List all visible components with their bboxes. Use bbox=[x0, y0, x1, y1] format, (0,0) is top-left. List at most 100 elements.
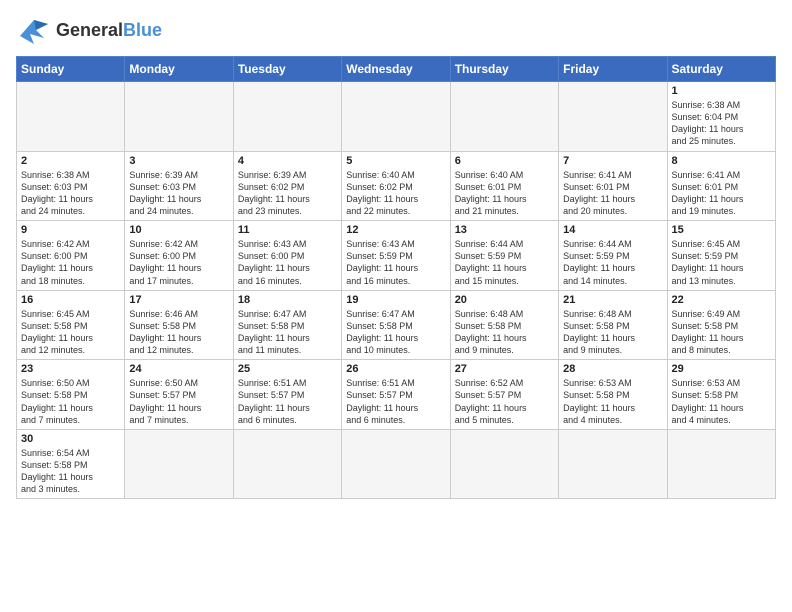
calendar-week-2: 2Sunrise: 6:38 AM Sunset: 6:03 PM Daylig… bbox=[17, 151, 776, 221]
calendar-cell: 16 Sunrise: 6:45 AM Sunset: 5:58 PM Dayli… bbox=[17, 290, 125, 360]
calendar-cell bbox=[233, 429, 341, 499]
calendar-cell bbox=[17, 82, 125, 152]
day-number: 12 bbox=[346, 224, 445, 236]
cell-info: Sunrise: 6:50 AM Sunset: 5:57 PM Dayligh… bbox=[129, 377, 228, 426]
day-number: 10 bbox=[129, 224, 228, 236]
day-number: 28 bbox=[563, 363, 662, 375]
cell-info: Sunrise: 6:44 AM Sunset: 5:59 PM Dayligh… bbox=[563, 238, 662, 287]
cell-info: Sunrise: 6:43 AM Sunset: 6:00 PM Dayligh… bbox=[238, 238, 337, 287]
day-number: 30 bbox=[21, 433, 120, 445]
day-number: 17 bbox=[129, 294, 228, 306]
logo-text: GeneralBlue bbox=[56, 20, 162, 41]
calendar-cell bbox=[559, 82, 667, 152]
calendar-cell: 26 Sunrise: 6:51 AM Sunset: 5:57 PM Dayli… bbox=[342, 360, 450, 430]
calendar-cell bbox=[450, 82, 558, 152]
calendar-week-5: 23 Sunrise: 6:50 AM Sunset: 5:58 PM Dayli… bbox=[17, 360, 776, 430]
calendar-cell bbox=[125, 82, 233, 152]
day-number: 8 bbox=[672, 155, 771, 167]
day-number: 29 bbox=[672, 363, 771, 375]
day-number: 19 bbox=[346, 294, 445, 306]
day-number: 22 bbox=[672, 294, 771, 306]
cell-info: Sunrise: 6:41 AM Sunset: 6:01 PM Dayligh… bbox=[563, 169, 662, 218]
day-number: 1 bbox=[672, 85, 771, 97]
calendar-cell: 22 Sunrise: 6:49 AM Sunset: 5:58 PM Dayli… bbox=[667, 290, 775, 360]
calendar-cell: 24 Sunrise: 6:50 AM Sunset: 5:57 PM Dayli… bbox=[125, 360, 233, 430]
cell-info: Sunrise: 6:47 AM Sunset: 5:58 PM Dayligh… bbox=[238, 308, 337, 357]
day-number: 20 bbox=[455, 294, 554, 306]
day-header-thursday: Thursday bbox=[450, 57, 558, 82]
day-number: 14 bbox=[563, 224, 662, 236]
day-number: 13 bbox=[455, 224, 554, 236]
calendar-cell bbox=[125, 429, 233, 499]
day-number: 23 bbox=[21, 363, 120, 375]
day-header-friday: Friday bbox=[559, 57, 667, 82]
calendar-cell bbox=[667, 429, 775, 499]
cell-info: Sunrise: 6:46 AM Sunset: 5:58 PM Dayligh… bbox=[129, 308, 228, 357]
calendar-cell: 23 Sunrise: 6:50 AM Sunset: 5:58 PM Dayli… bbox=[17, 360, 125, 430]
calendar-cell: 27Sunrise: 6:52 AM Sunset: 5:57 PM Dayli… bbox=[450, 360, 558, 430]
day-number: 21 bbox=[563, 294, 662, 306]
cell-info: Sunrise: 6:53 AM Sunset: 5:58 PM Dayligh… bbox=[672, 377, 771, 426]
calendar-cell: 30 Sunrise: 6:54 AM Sunset: 5:58 PM Dayli… bbox=[17, 429, 125, 499]
cell-info: Sunrise: 6:51 AM Sunset: 5:57 PM Dayligh… bbox=[238, 377, 337, 426]
cell-info: Sunrise: 6:52 AM Sunset: 5:57 PM Dayligh… bbox=[455, 377, 554, 426]
cell-info: Sunrise: 6:43 AM Sunset: 5:59 PM Dayligh… bbox=[346, 238, 445, 287]
cell-info: Sunrise: 6:54 AM Sunset: 5:58 PM Dayligh… bbox=[21, 447, 120, 496]
calendar-cell: 15Sunrise: 6:45 AM Sunset: 5:59 PM Dayli… bbox=[667, 221, 775, 291]
calendar-cell: 18Sunrise: 6:47 AM Sunset: 5:58 PM Dayli… bbox=[233, 290, 341, 360]
calendar-cell: 7Sunrise: 6:41 AM Sunset: 6:01 PM Daylig… bbox=[559, 151, 667, 221]
cell-info: Sunrise: 6:49 AM Sunset: 5:58 PM Dayligh… bbox=[672, 308, 771, 357]
day-number: 2 bbox=[21, 155, 120, 167]
day-header-tuesday: Tuesday bbox=[233, 57, 341, 82]
calendar: SundayMondayTuesdayWednesdayThursdayFrid… bbox=[16, 56, 776, 499]
day-number: 24 bbox=[129, 363, 228, 375]
day-number: 26 bbox=[346, 363, 445, 375]
cell-info: Sunrise: 6:42 AM Sunset: 6:00 PM Dayligh… bbox=[129, 238, 228, 287]
calendar-cell: 25 Sunrise: 6:51 AM Sunset: 5:57 PM Dayli… bbox=[233, 360, 341, 430]
calendar-cell: 8Sunrise: 6:41 AM Sunset: 6:01 PM Daylig… bbox=[667, 151, 775, 221]
logo: GeneralBlue bbox=[16, 16, 162, 44]
calendar-week-1: 1 Sunrise: 6:38 AM Sunset: 6:04 PM Daylig… bbox=[17, 82, 776, 152]
calendar-header-row: SundayMondayTuesdayWednesdayThursdayFrid… bbox=[17, 57, 776, 82]
cell-info: Sunrise: 6:48 AM Sunset: 5:58 PM Dayligh… bbox=[563, 308, 662, 357]
cell-info: Sunrise: 6:51 AM Sunset: 5:57 PM Dayligh… bbox=[346, 377, 445, 426]
calendar-cell: 2Sunrise: 6:38 AM Sunset: 6:03 PM Daylig… bbox=[17, 151, 125, 221]
day-header-sunday: Sunday bbox=[17, 57, 125, 82]
cell-info: Sunrise: 6:47 AM Sunset: 5:58 PM Dayligh… bbox=[346, 308, 445, 357]
day-header-monday: Monday bbox=[125, 57, 233, 82]
calendar-cell: 20 Sunrise: 6:48 AM Sunset: 5:58 PM Dayli… bbox=[450, 290, 558, 360]
calendar-cell bbox=[559, 429, 667, 499]
calendar-cell bbox=[450, 429, 558, 499]
calendar-cell: 4Sunrise: 6:39 AM Sunset: 6:02 PM Daylig… bbox=[233, 151, 341, 221]
calendar-cell: 14 Sunrise: 6:44 AM Sunset: 5:59 PM Dayli… bbox=[559, 221, 667, 291]
day-number: 3 bbox=[129, 155, 228, 167]
page-header: GeneralBlue bbox=[16, 16, 776, 44]
calendar-cell: 19 Sunrise: 6:47 AM Sunset: 5:58 PM Dayli… bbox=[342, 290, 450, 360]
calendar-cell: 1 Sunrise: 6:38 AM Sunset: 6:04 PM Daylig… bbox=[667, 82, 775, 152]
calendar-cell: 12 Sunrise: 6:43 AM Sunset: 5:59 PM Dayli… bbox=[342, 221, 450, 291]
day-header-wednesday: Wednesday bbox=[342, 57, 450, 82]
cell-info: Sunrise: 6:50 AM Sunset: 5:58 PM Dayligh… bbox=[21, 377, 120, 426]
cell-info: Sunrise: 6:39 AM Sunset: 6:02 PM Dayligh… bbox=[238, 169, 337, 218]
cell-info: Sunrise: 6:48 AM Sunset: 5:58 PM Dayligh… bbox=[455, 308, 554, 357]
calendar-cell: 9Sunrise: 6:42 AM Sunset: 6:00 PM Daylig… bbox=[17, 221, 125, 291]
day-number: 11 bbox=[238, 224, 337, 236]
calendar-week-6: 30 Sunrise: 6:54 AM Sunset: 5:58 PM Dayli… bbox=[17, 429, 776, 499]
cell-info: Sunrise: 6:45 AM Sunset: 5:58 PM Dayligh… bbox=[21, 308, 120, 357]
calendar-cell: 21 Sunrise: 6:48 AM Sunset: 5:58 PM Dayli… bbox=[559, 290, 667, 360]
cell-info: Sunrise: 6:44 AM Sunset: 5:59 PM Dayligh… bbox=[455, 238, 554, 287]
cell-info: Sunrise: 6:38 AM Sunset: 6:04 PM Dayligh… bbox=[672, 99, 771, 148]
calendar-week-4: 16 Sunrise: 6:45 AM Sunset: 5:58 PM Dayli… bbox=[17, 290, 776, 360]
day-number: 25 bbox=[238, 363, 337, 375]
calendar-cell: 28Sunrise: 6:53 AM Sunset: 5:58 PM Dayli… bbox=[559, 360, 667, 430]
calendar-cell: 10 Sunrise: 6:42 AM Sunset: 6:00 PM Dayli… bbox=[125, 221, 233, 291]
calendar-cell: 29 Sunrise: 6:53 AM Sunset: 5:58 PM Dayli… bbox=[667, 360, 775, 430]
cell-info: Sunrise: 6:39 AM Sunset: 6:03 PM Dayligh… bbox=[129, 169, 228, 218]
calendar-cell: 11 Sunrise: 6:43 AM Sunset: 6:00 PM Dayli… bbox=[233, 221, 341, 291]
calendar-cell: 3 Sunrise: 6:39 AM Sunset: 6:03 PM Daylig… bbox=[125, 151, 233, 221]
calendar-cell: 5Sunrise: 6:40 AM Sunset: 6:02 PM Daylig… bbox=[342, 151, 450, 221]
day-number: 16 bbox=[21, 294, 120, 306]
cell-info: Sunrise: 6:42 AM Sunset: 6:00 PM Dayligh… bbox=[21, 238, 120, 287]
calendar-cell bbox=[342, 82, 450, 152]
cell-info: Sunrise: 6:40 AM Sunset: 6:02 PM Dayligh… bbox=[346, 169, 445, 218]
